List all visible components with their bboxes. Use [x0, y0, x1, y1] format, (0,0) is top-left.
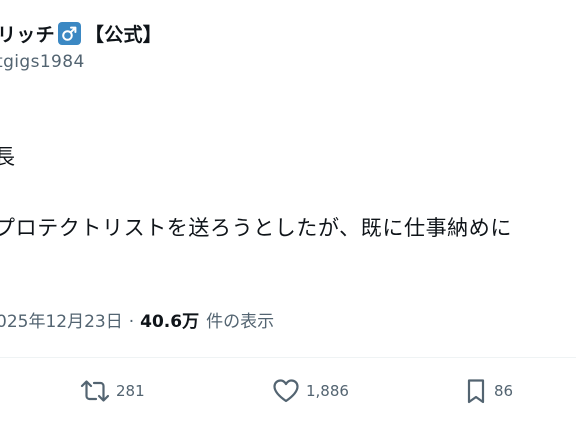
bookmark-count: 86	[494, 382, 514, 400]
retweet-icon	[80, 380, 110, 402]
post-text-line: プロテクトリストを送ろうとしたが、既に仕事納めに	[0, 216, 512, 240]
heart-icon	[273, 379, 299, 403]
meta-separator: ·	[128, 312, 135, 332]
views-label: 件の表示	[206, 312, 275, 332]
post-detail: リッチ 【公式】 tgigs1984 長 プロテクトリストを送ろうとしたが、既に…	[0, 0, 576, 430]
male-sign-icon	[57, 22, 81, 45]
author-display-name[interactable]: リッチ 【公式】	[0, 20, 162, 47]
author-handle[interactable]: tgigs1984	[0, 52, 85, 72]
author-name-suffix: 【公式】	[84, 24, 163, 46]
bookmark-icon	[467, 379, 485, 404]
post-text-line: 長	[0, 145, 16, 169]
divider	[0, 357, 576, 358]
post-meta: 025年12月23日 · 40.6万 件の表示	[0, 307, 274, 332]
action-bar: 281 1,886 86	[0, 374, 576, 408]
retweet-button[interactable]: 281	[80, 374, 145, 408]
bookmark-button[interactable]: 86	[464, 374, 513, 408]
like-button[interactable]: 1,886	[272, 374, 349, 408]
retweet-count: 281	[116, 382, 145, 400]
views-count: 40.6万	[140, 312, 200, 332]
like-count: 1,886	[306, 382, 349, 400]
author-name-text: リッチ	[0, 24, 55, 46]
post-date[interactable]: 025年12月23日	[0, 307, 123, 332]
